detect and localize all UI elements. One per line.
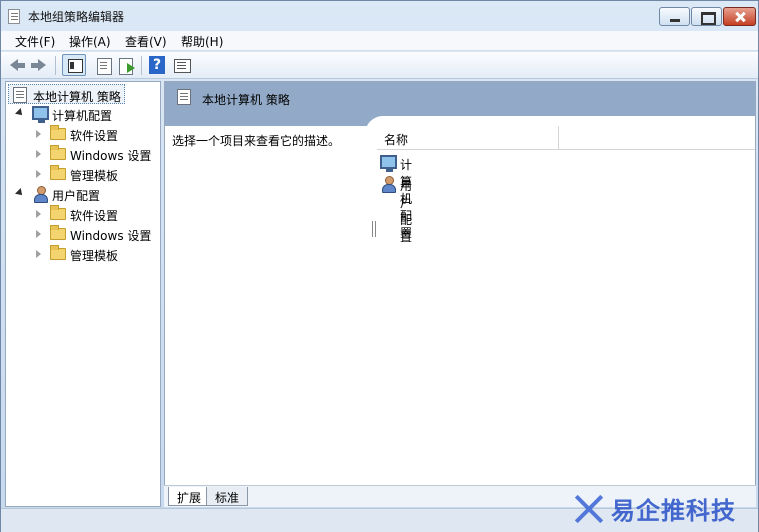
tree-item-administrative-templates[interactable]: 管理模板 xyxy=(34,244,159,264)
name-column-header[interactable]: 名称 xyxy=(384,131,408,148)
view-icon[interactable] xyxy=(172,55,192,75)
tree-item-software-settings[interactable]: 软件设置 xyxy=(34,124,159,144)
folder-icon xyxy=(50,125,66,140)
folder-icon xyxy=(50,205,66,220)
minimize-button[interactable] xyxy=(659,7,690,26)
tree-item-label: 用户配置 xyxy=(52,189,101,203)
tree-item-windows-settings[interactable]: Windows 设置 xyxy=(34,144,159,164)
details-header: 本地计算机 策略 xyxy=(165,82,755,112)
tree-item-label: Windows 设置 xyxy=(70,229,152,243)
computer-icon xyxy=(32,106,49,123)
toolbar: ? xyxy=(1,52,758,79)
policy-document-icon xyxy=(177,89,191,105)
help-icon[interactable]: ? xyxy=(149,56,165,74)
list-item-label: 用户配置 xyxy=(400,179,413,244)
tree-item-windows-settings[interactable]: Windows 设置 xyxy=(34,224,159,244)
tree-item-label: Windows 设置 xyxy=(70,149,152,163)
menu-help[interactable]: 帮助(H) xyxy=(181,33,223,50)
items-list: 名称 计算机配置 用户配置 xyxy=(377,126,757,506)
tree-item-label: 管理模板 xyxy=(70,249,119,263)
toolbar-separator xyxy=(141,56,142,75)
column-header: 名称 xyxy=(377,126,755,150)
tree-item-software-settings[interactable]: 软件设置 xyxy=(34,204,159,224)
tree-item-computer-configuration[interactable]: 计算机配置 xyxy=(14,104,154,124)
tree-item-label: 软件设置 xyxy=(70,209,119,223)
export-icon[interactable] xyxy=(117,55,137,75)
tab-extended[interactable]: 扩展 xyxy=(168,487,211,506)
tree-item-label: 管理模板 xyxy=(70,169,119,183)
watermark-text: 易企推科技 xyxy=(611,497,736,525)
back-icon[interactable] xyxy=(7,55,27,75)
policy-app-icon xyxy=(8,9,20,24)
menu-action[interactable]: 操作(A) xyxy=(69,33,111,50)
menu-bar: 文件(F) 操作(A) 查看(V) 帮助(H) xyxy=(1,31,758,51)
watermark: 易企推科技 xyxy=(571,486,759,531)
folder-icon xyxy=(50,245,66,260)
computer-icon xyxy=(380,155,397,172)
folder-icon xyxy=(50,145,66,160)
expand-arrow-icon[interactable] xyxy=(36,150,41,158)
window-title: 本地组策略编辑器 xyxy=(28,10,125,24)
close-button[interactable] xyxy=(723,7,756,26)
properties-icon[interactable] xyxy=(94,55,114,75)
folder-icon xyxy=(50,165,66,180)
watermark-logo-icon xyxy=(571,491,607,527)
tree-item-administrative-templates[interactable]: 管理模板 xyxy=(34,164,159,184)
expand-arrow-icon[interactable] xyxy=(36,250,41,258)
policy-tree-pane: 本地计算机 策略 计算机配置 软件设置 Windows 设置 管理模板 用户配置 xyxy=(5,81,161,507)
tree-item-label: 软件设置 xyxy=(70,129,119,143)
collapse-arrow-icon[interactable] xyxy=(15,108,25,118)
collapse-arrow-icon[interactable] xyxy=(15,188,25,198)
details-title: 本地计算机 策略 xyxy=(202,93,290,107)
title-bar: 本地组策略编辑器 xyxy=(1,1,758,31)
tree-root-local-computer-policy[interactable]: 本地计算机 策略 xyxy=(8,84,125,104)
local-group-policy-editor-window: 本地组策略编辑器 文件(F) 操作(A) 查看(V) 帮助(H) ? 本地计算机… xyxy=(0,0,759,532)
expand-arrow-icon[interactable] xyxy=(36,210,41,218)
expand-arrow-icon[interactable] xyxy=(36,170,41,178)
menu-view[interactable]: 查看(V) xyxy=(125,33,167,50)
show-tree-icon[interactable] xyxy=(62,54,86,76)
expand-arrow-icon[interactable] xyxy=(36,130,41,138)
forward-icon[interactable] xyxy=(29,55,49,75)
description-text: 选择一个项目来查看它的描述。 xyxy=(172,134,341,148)
toolbar-separator xyxy=(55,56,56,75)
details-pane: 本地计算机 策略 选择一个项目来查看它的描述。 名称 计算机配置 用户配置 xyxy=(164,81,756,507)
menu-file[interactable]: 文件(F) xyxy=(15,33,55,50)
tree-root-label: 本地计算机 策略 xyxy=(33,90,121,104)
text-cursor-icon xyxy=(372,221,376,237)
policy-document-icon xyxy=(13,87,27,103)
user-icon xyxy=(32,186,48,203)
maximize-button[interactable] xyxy=(691,7,722,26)
expand-arrow-icon[interactable] xyxy=(36,230,41,238)
tree-item-user-configuration[interactable]: 用户配置 xyxy=(14,184,154,204)
tab-standard[interactable]: 标准 xyxy=(206,487,249,506)
user-icon xyxy=(380,176,396,193)
folder-icon xyxy=(50,225,66,240)
column-divider[interactable] xyxy=(558,126,559,150)
tree-item-label: 计算机配置 xyxy=(52,109,113,123)
